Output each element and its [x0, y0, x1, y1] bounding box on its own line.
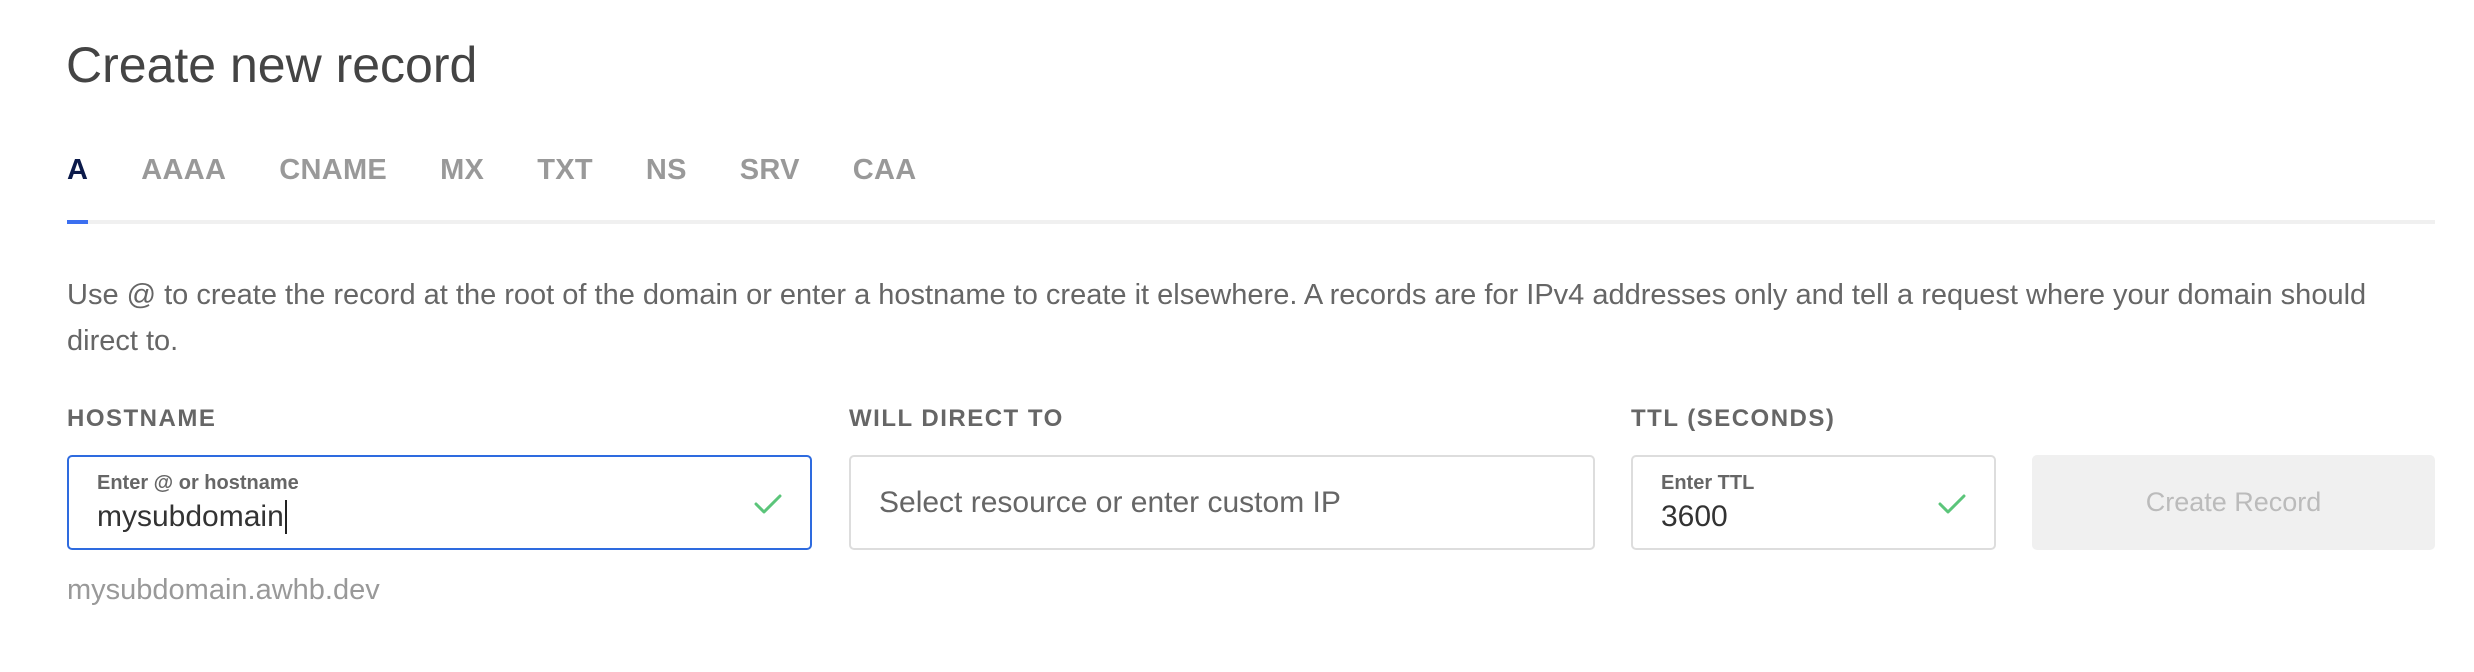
ttl-input[interactable]: Enter TTL 3600 — [1631, 455, 1996, 550]
create-record-button[interactable]: Create Record — [2032, 455, 2435, 550]
record-description: Use @ to create the record at the root o… — [67, 279, 2367, 357]
hostname-input[interactable]: Enter @ or hostname mysubdomain — [67, 455, 812, 550]
page-title: Create new record — [66, 37, 478, 93]
hostname-value-wrap: mysubdomain — [97, 497, 287, 537]
tab-list: A AAAA CNAME MX TXT NS SRV CAA — [67, 150, 2435, 224]
hostname-value: mysubdomain — [97, 500, 284, 533]
tab-aaaa[interactable]: AAAA — [141, 150, 226, 190]
tab-txt[interactable]: TXT — [537, 150, 593, 190]
hostname-hint: mysubdomain.awhb.dev — [67, 574, 380, 606]
tab-label: CNAME — [279, 154, 388, 186]
ttl-label: TTL (SECONDS) — [1631, 405, 1836, 432]
tab-caa[interactable]: CAA — [853, 150, 917, 190]
active-tab-indicator — [67, 220, 89, 224]
tab-a[interactable]: A — [67, 150, 89, 224]
hostname-float-label: Enter @ or hostname — [97, 472, 299, 494]
direct-to-placeholder: Select resource or enter custom IP — [879, 486, 1341, 519]
record-type-tabs: A AAAA CNAME MX TXT NS SRV CAA — [67, 150, 2435, 224]
ttl-value: 3600 — [1661, 500, 1728, 533]
check-icon — [1938, 494, 1966, 514]
tab-label: AAAA — [141, 154, 227, 186]
check-icon — [754, 494, 782, 514]
tab-ns[interactable]: NS — [646, 150, 687, 190]
direct-to-label: WILL DIRECT TO — [849, 405, 1064, 432]
tab-mx[interactable]: MX — [440, 150, 484, 190]
tab-srv[interactable]: SRV — [740, 150, 800, 190]
direct-to-input[interactable]: Select resource or enter custom IP — [849, 455, 1595, 550]
ttl-float-label: Enter TTL — [1661, 472, 1755, 494]
tab-label: CAA — [852, 154, 917, 186]
tab-label: TXT — [537, 154, 593, 186]
tab-label: MX — [440, 154, 485, 186]
hostname-label: HOSTNAME — [67, 405, 217, 432]
tab-label: SRV — [739, 154, 800, 186]
text-caret — [284, 500, 287, 534]
tab-label: A — [67, 154, 89, 186]
tab-label: NS — [645, 154, 687, 186]
tab-cname[interactable]: CNAME — [279, 150, 387, 190]
ttl-value-wrap: 3600 — [1661, 497, 1728, 537]
tab-divider — [67, 220, 2435, 224]
